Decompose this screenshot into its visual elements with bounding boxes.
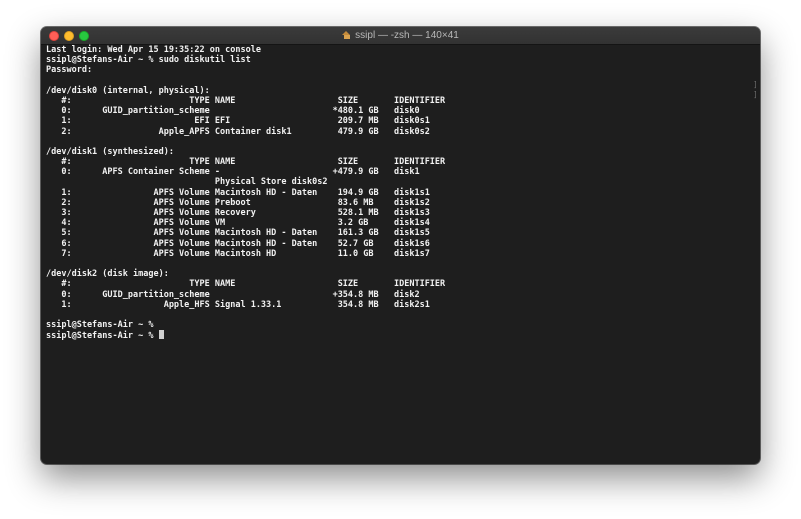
terminal-line: 1: Apple_HFS Signal 1.33.1 354.8 MB disk…	[46, 299, 430, 310]
window-title: ssipl — -zsh — 140×41	[41, 29, 760, 42]
terminal-line: 1: EFI EFI 209.7 MB disk0s1	[46, 116, 430, 127]
home-icon	[342, 31, 351, 39]
terminal-line: #: TYPE NAME SIZE IDENTIFIER	[46, 157, 446, 168]
terminal-line: 2: APFS Volume Preboot 83.6 MB disk1s2	[46, 197, 430, 208]
title-bar[interactable]: ssipl — -zsh — 140×41	[41, 27, 760, 45]
terminal-line: 0: GUID_partition_scheme +354.8 MB disk2	[46, 289, 420, 300]
terminal-line: Last login: Wed Apr 15 19:35:22 on conso…	[46, 45, 261, 55]
terminal-line: 0: APFS Container Scheme - +479.9 GB dis…	[46, 167, 420, 178]
window-title-text: ssipl — -zsh — 140×41	[355, 30, 459, 41]
terminal-line: 2: Apple_APFS Container disk1 479.9 GB d…	[46, 126, 430, 137]
terminal-line: 3: APFS Volume Recovery 528.1 MB disk1s3	[46, 208, 430, 218]
terminal-output[interactable]: Last login: Wed Apr 15 19:35:22 on conso…	[46, 45, 748, 464]
text-cursor	[158, 330, 164, 340]
terminal-line: 1: APFS Volume Macintosh HD - Daten 194.…	[46, 187, 430, 198]
terminal-line: 7: APFS Volume Macintosh HD 11.0 GB disk…	[46, 248, 430, 259]
terminal-line: #: TYPE NAME SIZE IDENTIFIER	[46, 95, 446, 106]
terminal-line: 6: APFS Volume Macintosh HD - Daten 52.7…	[46, 238, 430, 249]
terminal-line: /dev/disk2 (disk image):	[46, 269, 169, 280]
terminal-line: /dev/disk0 (internal, physical):	[46, 85, 210, 96]
terminal-line: Physical Store disk0s2	[46, 177, 328, 188]
terminal-line: 0: GUID_partition_scheme *480.1 GB disk0	[46, 106, 420, 117]
terminal-line: /dev/disk1 (synthesized):	[46, 146, 174, 157]
terminal-prompt-line[interactable]: ssipl@Stefans-Air ~ %	[46, 330, 748, 342]
terminal-window: ssipl — -zsh — 140×41 ] ] Last login: We…	[41, 27, 760, 464]
terminal-line: #: TYPE NAME SIZE IDENTIFIER	[46, 279, 446, 290]
scroll-marker: ]	[753, 80, 758, 89]
prompt: ssipl@Stefans-Air ~ %	[46, 331, 159, 342]
terminal-line: ssipl@Stefans-Air ~ % sudo diskutil list	[46, 55, 251, 66]
scroll-marker: ]	[753, 90, 758, 99]
terminal-line: 5: APFS Volume Macintosh HD - Daten 161.…	[46, 228, 430, 239]
terminal-line: ssipl@Stefans-Air ~ %	[46, 320, 154, 331]
terminal-line: 4: APFS Volume VM 3.2 GB disk1s4	[46, 218, 430, 229]
terminal-line: Password:	[46, 65, 93, 76]
